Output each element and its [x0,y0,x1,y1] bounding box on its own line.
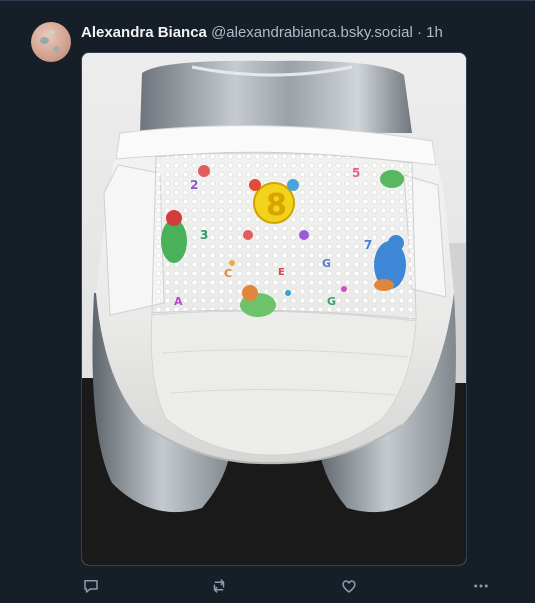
reply-icon [84,580,98,593]
reply-button[interactable] [78,573,104,599]
post-image[interactable]: 8 2 5 3 7 C G A G E [81,52,467,566]
repost-button[interactable] [206,573,232,599]
avatar[interactable] [31,22,71,62]
svg-text:E: E [278,267,285,278]
svg-text:G: G [327,295,336,308]
svg-text:C: C [224,267,232,280]
post-header: Alexandra Bianca @alexandrabianca.bsky.s… [81,23,443,43]
post[interactable]: Alexandra Bianca @alexandrabianca.bsky.s… [0,0,535,603]
repost-icon [213,579,225,593]
more-icon [474,584,488,588]
like-button[interactable] [336,573,362,599]
svg-text:7: 7 [364,238,372,252]
svg-text:2: 2 [190,178,198,192]
diaper-photo: 8 2 5 3 7 C G A G E [82,53,466,565]
author-name[interactable]: Alexandra Bianca [81,24,207,41]
svg-text:A: A [174,295,183,308]
svg-text:3: 3 [200,228,208,242]
more-options-button[interactable] [468,573,494,599]
separator: · [416,24,422,41]
heart-icon [342,580,356,593]
post-time[interactable]: 1h [426,24,443,41]
post-actions [78,573,498,599]
svg-text:5: 5 [352,166,360,180]
svg-text:G: G [322,257,331,270]
author-handle[interactable]: @alexandrabianca.bsky.social [211,24,413,41]
svg-text:8: 8 [266,188,287,223]
